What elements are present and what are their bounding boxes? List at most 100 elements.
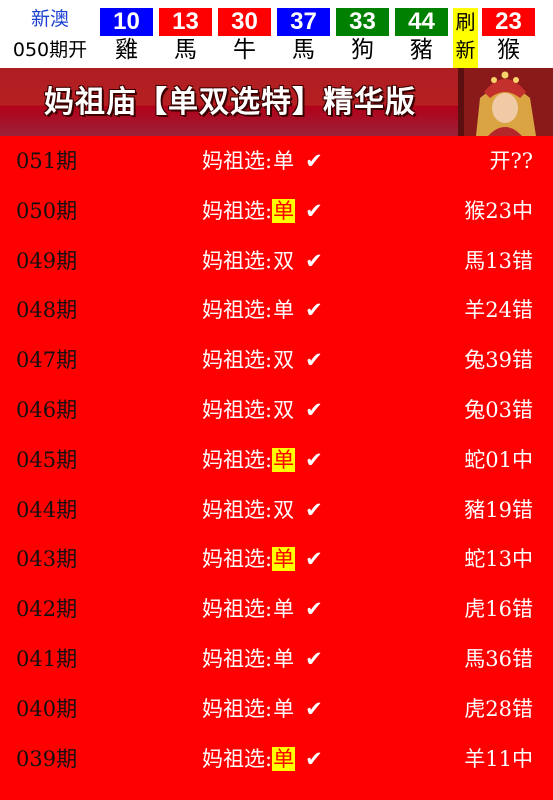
pick-value: 双 xyxy=(273,248,295,273)
banner: 妈祖庙【单双选特】精华版 xyxy=(0,68,553,136)
pick-cell: 妈祖选:单 ✔ xyxy=(202,696,323,722)
pick-value: 单 xyxy=(272,746,296,771)
prediction-list: 051期 妈祖选:单 ✔ 开?? 050期 妈祖选:单 ✔ 猴23中 049期 妈祖… xyxy=(0,136,553,783)
pick-value: 单 xyxy=(273,646,295,671)
draw-results-header: 新澳 050期开 10 雞 13 馬 30 牛 37 馬 33 狗 44 豬 刷… xyxy=(0,0,553,68)
list-item: 048期 妈祖选:单 ✔ 羊24错 xyxy=(0,285,553,335)
ball-number: 23 xyxy=(482,8,535,36)
list-item: 046期 妈祖选:双 ✔ 兔03错 xyxy=(0,385,553,435)
period-label: 051期 xyxy=(16,149,78,173)
pick-cell: 妈祖选:双 ✔ xyxy=(202,347,323,373)
pick-label: 妈祖选: xyxy=(202,746,273,771)
result-label: 蛇13中 xyxy=(464,547,533,572)
list-item: 050期 妈祖选:单 ✔ 猴23中 xyxy=(0,186,553,236)
result-label: 猴23中 xyxy=(464,198,533,223)
pick-label: 妈祖选: xyxy=(202,248,273,273)
pick-label: 妈祖选: xyxy=(202,348,273,373)
check-icon: ✔ xyxy=(305,547,323,572)
pick-cell: 妈祖选:单 ✔ xyxy=(202,198,323,224)
period-label: 040期 xyxy=(16,696,78,721)
result-label: 蛇01中 xyxy=(464,447,533,472)
ball-zodiac: 狗 xyxy=(351,37,374,63)
pick-cell: 妈祖选:单 ✔ xyxy=(202,646,323,672)
check-icon: ✔ xyxy=(305,149,323,173)
list-item: 043期 妈祖选:单 ✔ 蛇13中 xyxy=(0,534,553,584)
pick-cell: 妈祖选:单 ✔ xyxy=(202,297,323,323)
ball-zodiac: 牛 xyxy=(233,37,256,63)
check-icon: ✔ xyxy=(305,696,323,721)
result-label: 虎28错 xyxy=(464,696,533,721)
list-item: 039期 妈祖选:单 ✔ 羊11中 xyxy=(0,734,553,784)
result-label: 馬36错 xyxy=(464,646,533,671)
pick-cell: 妈祖选:单 ✔ xyxy=(202,148,323,174)
result-label: 兔39错 xyxy=(464,348,533,373)
period-label: 045期 xyxy=(16,447,78,472)
ball-number: 30 xyxy=(218,8,271,36)
pick-value: 单 xyxy=(272,447,296,472)
pick-label: 妈祖选: xyxy=(202,597,273,622)
ball-number: 13 xyxy=(159,8,212,36)
list-item: 041期 妈祖选:单 ✔ 馬36错 xyxy=(0,634,553,684)
pick-label: 妈祖选: xyxy=(202,497,273,522)
pick-cell: 妈祖选:单 ✔ xyxy=(202,746,323,772)
check-icon: ✔ xyxy=(305,646,323,671)
pick-label: 妈祖选: xyxy=(202,198,273,223)
refresh-button[interactable]: 刷 新 xyxy=(453,8,478,68)
brand-block: 新澳 050期开 xyxy=(0,0,100,68)
check-icon: ✔ xyxy=(305,298,323,323)
pick-value: 双 xyxy=(273,397,295,422)
period-label: 039期 xyxy=(16,746,78,771)
site-name: 新澳 xyxy=(30,8,69,30)
check-icon: ✔ xyxy=(305,198,323,223)
issue-label: 050期开 xyxy=(12,39,88,61)
pick-cell: 妈祖选:单 ✔ xyxy=(202,447,323,473)
ball-5: 33 狗 xyxy=(336,8,389,68)
ball-6: 44 豬 xyxy=(395,8,448,68)
check-icon: ✔ xyxy=(305,248,323,273)
list-item: 045期 妈祖选:单 ✔ 蛇01中 xyxy=(0,435,553,485)
pick-label: 妈祖选: xyxy=(202,547,273,572)
check-icon: ✔ xyxy=(305,348,323,373)
pick-cell: 妈祖选:双 ✔ xyxy=(202,397,323,423)
pick-value: 双 xyxy=(273,497,295,522)
result-label: 虎16错 xyxy=(464,597,533,622)
ball-zodiac: 豬 xyxy=(410,37,433,63)
result-label: 兔03错 xyxy=(464,397,533,422)
pick-cell: 妈祖选:单 ✔ xyxy=(202,546,323,572)
pick-cell: 妈祖选:单 ✔ xyxy=(202,596,323,622)
check-icon: ✔ xyxy=(305,597,323,622)
ball-number: 10 xyxy=(100,8,153,36)
check-icon: ✔ xyxy=(305,447,323,472)
period-label: 043期 xyxy=(16,547,78,572)
ball-number: 37 xyxy=(277,8,330,36)
list-item: 047期 妈祖选:双 ✔ 兔39错 xyxy=(0,335,553,385)
pick-value: 单 xyxy=(272,198,296,223)
check-icon: ✔ xyxy=(305,397,323,422)
pick-value: 单 xyxy=(272,547,296,572)
result-label: 羊24错 xyxy=(464,298,533,323)
special-ball: 23 猴 xyxy=(482,8,535,68)
check-icon: ✔ xyxy=(305,497,323,522)
list-item: 051期 妈祖选:单 ✔ 开?? xyxy=(0,136,553,186)
list-item: 049期 妈祖选:双 ✔ 馬13错 xyxy=(0,236,553,286)
pick-value: 单 xyxy=(273,597,295,622)
pick-label: 妈祖选: xyxy=(202,696,273,721)
pick-cell: 妈祖选:双 ✔ xyxy=(202,248,323,274)
pick-value: 单 xyxy=(273,696,295,721)
ball-4: 37 馬 xyxy=(277,8,330,68)
result-label: 开?? xyxy=(489,149,533,173)
pick-value: 单 xyxy=(273,298,295,323)
ball-zodiac: 馬 xyxy=(174,37,197,63)
result-label: 豬19错 xyxy=(464,497,533,522)
period-label: 044期 xyxy=(16,497,78,522)
period-label: 047期 xyxy=(16,348,78,373)
period-label: 048期 xyxy=(16,298,78,323)
pick-label: 妈祖选: xyxy=(202,646,273,671)
ball-zodiac: 馬 xyxy=(292,37,315,63)
pick-value: 单 xyxy=(273,149,295,173)
pick-label: 妈祖选: xyxy=(202,447,273,472)
ball-1: 10 雞 xyxy=(100,8,153,68)
result-label: 馬13错 xyxy=(464,248,533,273)
list-item: 042期 妈祖选:单 ✔ 虎16错 xyxy=(0,584,553,634)
ball-number: 44 xyxy=(395,8,448,36)
